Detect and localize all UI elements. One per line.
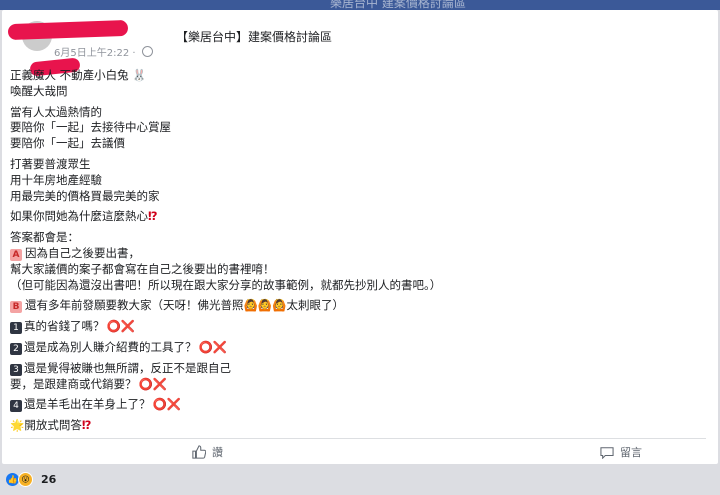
post-line: 喚醒大哉問	[10, 83, 68, 98]
like-button[interactable]: 讚	[192, 444, 223, 460]
globe-icon	[141, 46, 153, 57]
number-3-icon: 3	[10, 363, 22, 376]
post-line: 4 還是羊毛出在羊身上了？ ⭕❌	[10, 397, 710, 413]
number-2-icon: 2	[10, 342, 22, 355]
post-line: （但可能因為還沒出書吧！所以現在跟大家分享的故事範例，就都先抄別人的書吧。）	[10, 277, 442, 292]
post-card: 【樂居台中】建案價格討論區 6月5日上午2:22 · 正義魔人 不動產小白兔 🐰…	[2, 10, 718, 464]
timestamp-text: 6月5日上午2:22	[54, 48, 130, 59]
circle-cross-icon: ⭕❌	[198, 339, 228, 354]
post-line: 用最完美的價格買最完美的家	[10, 188, 160, 203]
post-line: A 因為自己之後要出書，	[10, 246, 710, 262]
post-line: 如果你問她為什麼這麼熱心⁉	[10, 209, 158, 224]
privacy-separator: ·	[132, 48, 136, 59]
group-name-link[interactable]: 【樂居台中】建案價格討論區	[176, 28, 332, 45]
circle-cross-icon: ⭕❌	[152, 397, 182, 412]
comment-button[interactable]: 留言	[600, 444, 642, 460]
post-line: B 還有多年前發願要教大家（天呀！佛光普照🙆🙆🙆太刺眼了）	[10, 298, 710, 314]
sparkle-icon: 🌟	[10, 418, 25, 433]
post-line: 1 真的省錢了嗎？ ⭕❌	[10, 319, 710, 335]
post-header: 【樂居台中】建案價格討論區 6月5日上午2:22 ·	[7, 16, 708, 77]
post-line: 用十年房地產經驗	[10, 172, 102, 187]
post-timestamp[interactable]: 6月5日上午2:22 ·	[54, 44, 153, 59]
post-line: 要，是跟建商或代銷要？ ⭕❌	[10, 376, 168, 391]
post-line: 3 還是覺得被賺也無所謂，反正不是跟自己	[10, 361, 710, 377]
post-line: 🌟開放式問答⁉	[10, 418, 92, 433]
bunny-emoji-icon: 🐰	[132, 68, 147, 82]
post-body: 正義魔人 不動產小白兔 🐰 喚醒大哉問 當有人太過熱情的 要陪你「一起」去接待中…	[10, 68, 710, 439]
post-line: 幫大家議價的案子都會寫在自己之後要出的書裡唷！	[10, 261, 275, 276]
comment-label: 留言	[620, 446, 642, 459]
post-line: 要陪你「一起」去議價	[10, 136, 125, 151]
exclamation-question-icon: ⁉	[81, 418, 92, 433]
number-1-icon: 1	[10, 322, 22, 335]
post-line: 當有人太過熱情的	[10, 104, 102, 119]
person-emoji-icon: 🙆🙆🙆	[243, 298, 287, 313]
author-redaction	[7, 19, 129, 41]
reaction-summary[interactable]: 👍 😮 26	[6, 472, 56, 487]
reaction-count: 26	[41, 473, 57, 486]
post-line: 要陪你「一起」去接待中心賞屋	[10, 120, 171, 135]
post-line: 正義魔人 不動產小白兔 🐰	[10, 68, 147, 82]
letter-b-icon: B	[10, 301, 22, 314]
thumbs-up-icon	[192, 445, 206, 459]
letter-a-icon: A	[10, 248, 22, 261]
actions-divider	[10, 438, 706, 439]
top-bar: 樂居台中 建案價格討論區	[0, 0, 720, 10]
exclamation-question-icon: ⁉	[148, 209, 158, 224]
like-label: 讚	[212, 446, 223, 459]
circle-cross-icon: ⭕❌	[138, 376, 168, 391]
post-line: 答案都會是：	[10, 230, 79, 245]
post-line: 打著要普渡眾生	[10, 156, 91, 171]
comment-icon	[600, 446, 614, 459]
circle-cross-icon: ⭕❌	[106, 319, 136, 334]
wow-reaction-icon: 😮	[18, 472, 33, 487]
post-actions: 讚 留言	[2, 442, 718, 464]
number-4-icon: 4	[10, 400, 22, 413]
post-line: 2 還是成為別人賺介紹費的工具了？ ⭕❌	[10, 340, 710, 356]
